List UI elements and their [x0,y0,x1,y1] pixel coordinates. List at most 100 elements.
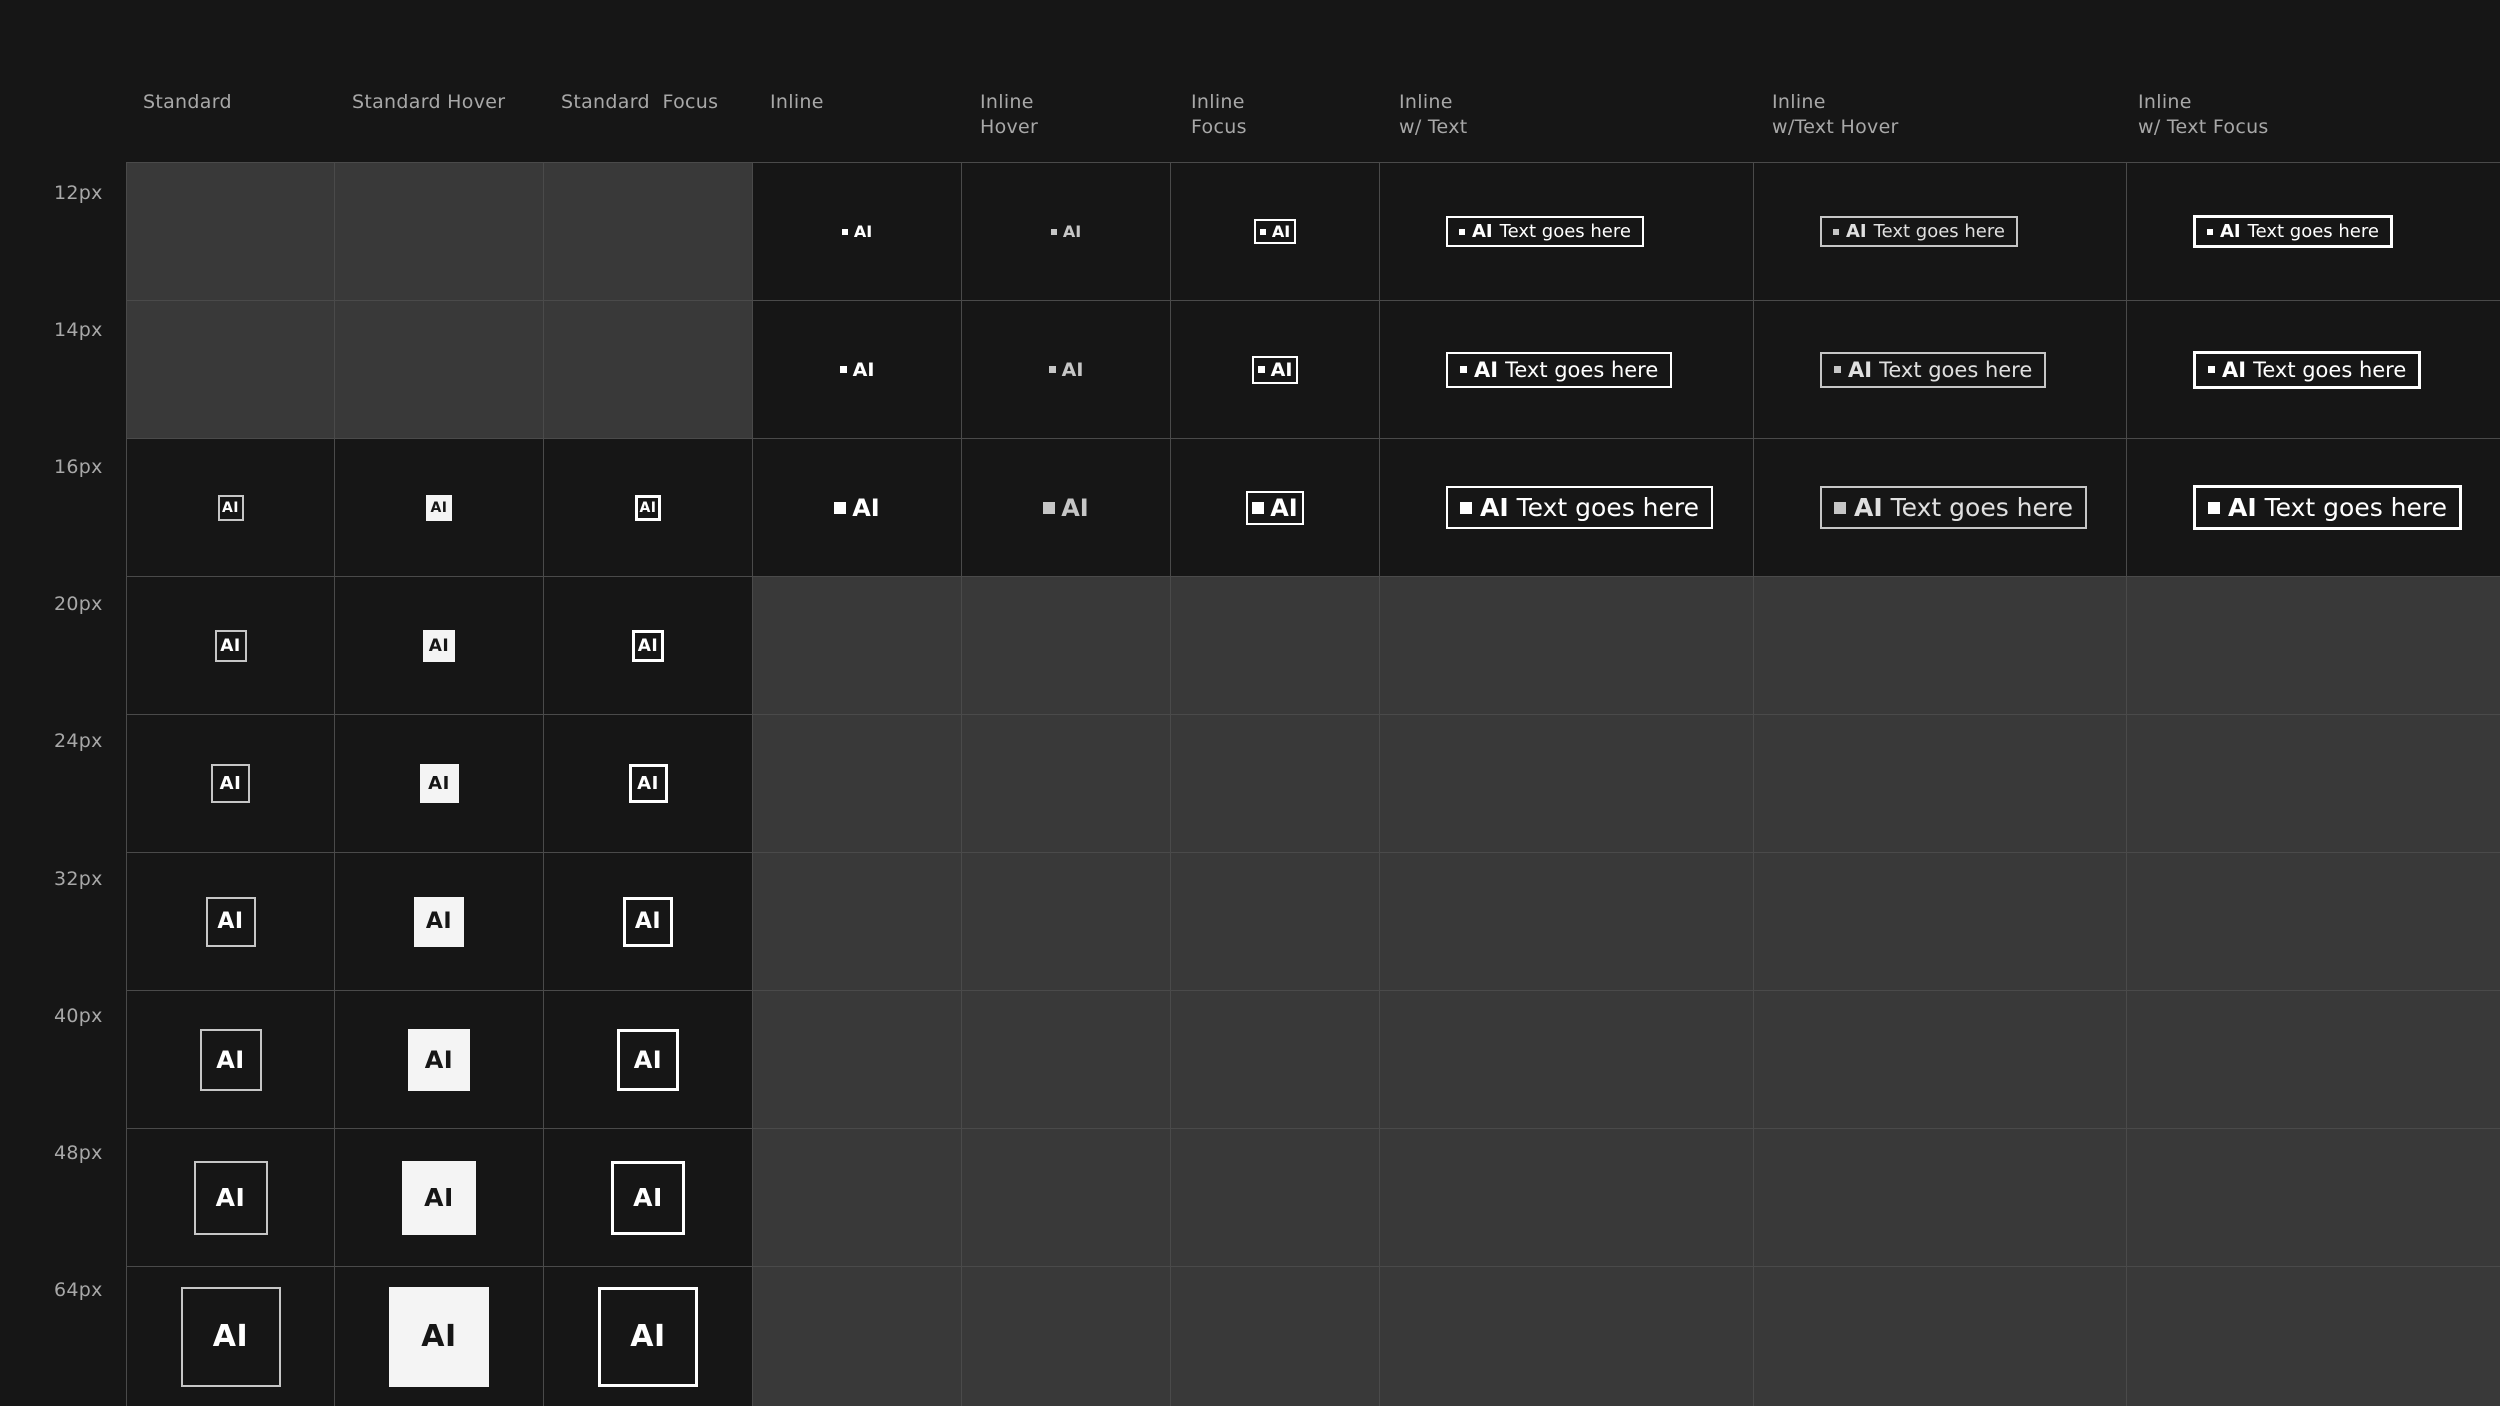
ai-label-button: AI [211,764,250,803]
cell-inline-text-24 [1379,714,1753,852]
cell-standard-40: AI [126,990,334,1128]
cell-inline-hover-16: AI [961,438,1170,576]
ai-label-button: AI [426,494,452,521]
label-text: Text goes here [1873,221,2005,242]
column-header-standard-hover: Standard Hover [352,91,506,113]
cell-inline-text-48 [1379,1128,1753,1266]
row-label-64: 64px [54,1279,103,1301]
ai-label-button: AI [419,764,459,803]
ai-label-button: AI [193,1160,268,1235]
cell-standard-focus-64: AI [543,1266,752,1406]
square-icon [841,228,848,235]
square-icon [834,501,847,514]
cell-standard-32: AI [126,852,334,990]
inline-ai-text-label[interactable]: AI Text goes here [1820,486,2088,529]
cell-inline-focus-48 [1170,1128,1379,1266]
inline-ai-text-label[interactable]: AI Text goes here [1446,486,1714,529]
cell-inline-40 [752,990,961,1128]
ai-label-button: AI [389,1286,489,1387]
row-label-48: 48px [54,1142,103,1164]
cell-standard-48: AI [126,1128,334,1266]
cell-standard-hover-20: AI [334,576,543,714]
ai-label-button: AI [217,494,244,521]
inline-ai-text-label[interactable]: AI Text goes here [1446,351,1673,388]
cell-inline-32 [752,852,961,990]
square-icon [1257,366,1265,373]
label-text: Text goes here [1499,221,1631,242]
square-icon [1460,366,1467,373]
square-icon [1833,228,1839,235]
cell-standard-16: AI [126,438,334,576]
inline-ai-label[interactable]: AI [834,494,880,522]
cell-inline-64 [752,1266,961,1406]
inline-ai-label[interactable]: AI [1253,219,1297,244]
ai-text: AI [852,358,875,381]
cell-inline-text-focus-12: AI Text goes here [2126,162,2500,300]
cell-inline-focus-12: AI [1170,162,1379,300]
cell-standard-focus-12 [543,162,752,300]
cell-inline-hover-24 [961,714,1170,852]
cell-inline-text-focus-16: AI Text goes here [2126,438,2500,576]
cell-inline-12: AI [752,162,961,300]
square-icon [1043,501,1056,514]
cell-standard-hover-16: AI [334,438,543,576]
ai-label-button: AI [635,494,661,521]
cell-inline-focus-16: AI [1170,438,1379,576]
column-header-inline-text-focus: Inline w/ Text Focus [2138,91,2269,138]
cell-inline-text-hover-40 [1753,990,2126,1128]
cell-inline-24 [752,714,961,852]
cell-inline-text-hover-12: AI Text goes here [1753,162,2126,300]
ai-label-button: AI [205,896,256,947]
cell-inline-16: AI [752,438,961,576]
ai-label-button: AI [611,1160,685,1235]
row-label-24: 24px [54,730,103,752]
cell-inline-focus-20 [1170,576,1379,714]
inline-ai-text-label[interactable]: AI Text goes here [1446,216,1644,247]
cell-inline-focus-24 [1170,714,1379,852]
column-header-inline-text-hover: Inline w/Text Hover [1772,91,1899,138]
label-text: Text goes here [1505,357,1659,382]
inline-ai-label[interactable]: AI [1050,222,1081,241]
cell-inline-text-hover-14: AI Text goes here [1753,300,2126,438]
inline-ai-text-label[interactable]: AI Text goes here [2193,350,2422,389]
inline-ai-text-label[interactable]: AI Text goes here [1820,351,2047,388]
ai-label-button: AI [180,1286,281,1387]
variant-grid: AI AI AI AI Text goes here AI Text goes here AI… [126,162,2500,1406]
inline-ai-text-label[interactable]: AI Text goes here [2193,215,2393,248]
ai-text: AI [853,222,873,241]
ai-text: AI [1270,358,1293,381]
column-header-standard-focus: Standard Focus [561,91,719,113]
cell-inline-text-focus-24 [2126,714,2500,852]
ai-label-button: AI [623,896,673,947]
ai-label-button: AI [632,629,664,662]
cell-inline-14: AI [752,300,961,438]
cell-standard-hover-40: AI [334,990,543,1128]
inline-ai-label[interactable]: AI [839,358,875,381]
cell-inline-text-focus-48 [2126,1128,2500,1266]
cell-inline-hover-32 [961,852,1170,990]
ai-label-button: AI [199,1028,262,1091]
inline-ai-text-label[interactable]: AI Text goes here [2193,485,2463,530]
cell-inline-text-hover-20 [1753,576,2126,714]
inline-ai-label[interactable]: AI [841,222,873,241]
ai-label-button: AI [423,629,455,662]
cell-inline-text-12: AI Text goes here [1379,162,1753,300]
square-icon [839,366,847,373]
row-label-40: 40px [54,1005,103,1027]
inline-ai-label[interactable]: AI [1251,355,1299,384]
square-icon [1834,366,1841,373]
ai-text: AI [1848,357,1873,382]
inline-ai-label[interactable]: AI [1048,358,1084,381]
cell-inline-text-64 [1379,1266,1753,1406]
inline-ai-label[interactable]: AI [1246,490,1304,525]
cell-inline-hover-20 [961,576,1170,714]
ai-text: AI [1061,358,1084,381]
inline-ai-label[interactable]: AI [1043,494,1089,522]
square-icon [2207,228,2213,235]
cell-inline-text-14: AI Text goes here [1379,300,1753,438]
label-text: Text goes here [2247,221,2379,242]
cell-standard-hover-12 [334,162,543,300]
inline-ai-text-label[interactable]: AI Text goes here [1820,216,2018,247]
cell-standard-focus-40: AI [543,990,752,1128]
cell-standard-12 [126,162,334,300]
